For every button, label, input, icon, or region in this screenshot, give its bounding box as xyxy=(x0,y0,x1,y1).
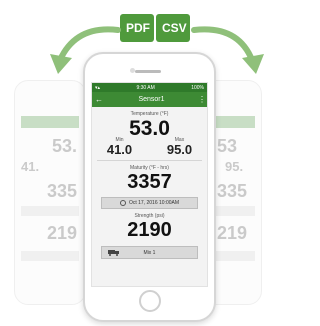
max-value: 95.0 xyxy=(166,142,193,157)
ghost-value: 53. xyxy=(51,136,77,156)
ghost-value: 95. xyxy=(225,159,244,174)
signal-icon: ▾▴ xyxy=(95,84,101,91)
divider xyxy=(97,160,202,161)
ghost-box xyxy=(21,251,79,261)
min-column: Min 41.0 xyxy=(97,137,142,156)
status-time: 9:30 AM xyxy=(136,84,155,91)
mix-selector[interactable]: Mix 1 xyxy=(101,246,198,259)
sensor-readings: Temperature (°F) 53.0 Min 41.0 Max 95.0 … xyxy=(92,107,207,263)
maturity-value: 3357 xyxy=(127,171,172,193)
min-value: 41.0 xyxy=(106,142,133,157)
strength-value: 2190 xyxy=(127,219,172,241)
screen-title: Sensor1 xyxy=(138,96,165,103)
date-selector[interactable]: Oct 17, 2016 10:00AM xyxy=(101,197,198,209)
ghost-value: 53 xyxy=(217,136,238,156)
status-bar: ▾▴ 9:30 AM 100% xyxy=(92,83,207,92)
battery-level: 100% xyxy=(191,84,204,91)
back-arrow-icon[interactable]: ← xyxy=(95,95,105,104)
ghost-value: 335 xyxy=(217,181,248,201)
phone-screen: ▾▴ 9:30 AM 100% ← Sensor1 ⋮ Temperature … xyxy=(91,82,208,287)
phone-frame: ▾▴ 9:30 AM 100% ← Sensor1 ⋮ Temperature … xyxy=(83,52,216,322)
temperature-value: 53.0 xyxy=(129,117,170,140)
ghost-value: 219 xyxy=(46,223,77,243)
overflow-menu-icon[interactable]: ⋮ xyxy=(198,95,206,104)
ghost-value: 335 xyxy=(46,181,77,201)
speaker-grille xyxy=(135,70,161,73)
home-button[interactable] xyxy=(139,290,161,312)
ghost-appbar xyxy=(21,116,79,128)
app-bar: ← Sensor1 ⋮ xyxy=(92,92,207,107)
date-text: Oct 17, 2016 10:00AM xyxy=(128,200,180,206)
mixer-truck-icon xyxy=(108,250,119,256)
ghost-value: 41. xyxy=(21,159,40,174)
ghost-screen-left: 53. 41. 335 219 xyxy=(14,80,86,305)
csv-badge: CSV xyxy=(156,14,190,42)
clock-icon xyxy=(119,200,126,206)
ghost-box xyxy=(21,206,79,216)
max-column: Max 95.0 xyxy=(157,137,202,156)
ghost-value: 219 xyxy=(217,223,248,243)
